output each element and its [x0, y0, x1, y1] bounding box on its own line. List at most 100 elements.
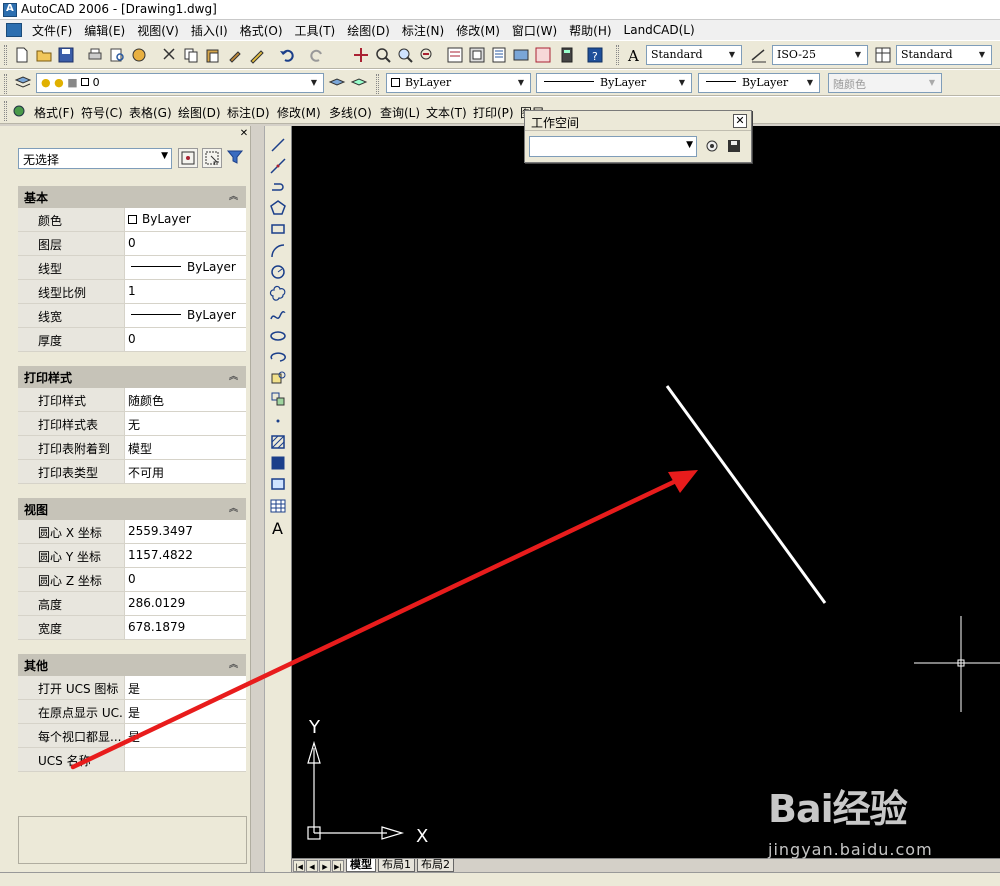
workspace-select[interactable]: ▼ — [529, 136, 697, 157]
property-value[interactable]: ByLayer — [125, 208, 246, 231]
insert-block-icon[interactable] — [269, 369, 287, 387]
tool-palettes-icon[interactable] — [490, 46, 508, 64]
construction-line-icon[interactable] — [269, 157, 287, 175]
property-value[interactable]: 是 — [125, 724, 246, 747]
toolbar-menu-query[interactable]: 查询(L) — [380, 104, 420, 121]
sheet-set-icon[interactable] — [512, 46, 530, 64]
property-value[interactable]: 678.1879 — [125, 616, 246, 639]
property-value[interactable]: 是 — [125, 676, 246, 699]
toolbar-menu-multiline[interactable]: 多线(O) — [329, 104, 372, 121]
property-row[interactable]: 圆心 Z 坐标 0 — [18, 568, 246, 592]
property-row[interactable]: 打印表附着到 模型 — [18, 436, 246, 460]
property-row[interactable]: 圆心 X 坐标 2559.3497 — [18, 520, 246, 544]
linetype-control-select[interactable]: ByLayer ▼ — [536, 73, 692, 93]
toolbar-grip[interactable] — [616, 45, 619, 65]
menu-file[interactable]: 文件(F) — [26, 22, 78, 39]
menu-dimension[interactable]: 标注(N) — [396, 22, 450, 39]
section-header[interactable]: 基本 ︽ — [18, 186, 246, 208]
redo-icon[interactable] — [308, 46, 326, 64]
markup-icon[interactable] — [534, 46, 552, 64]
property-row[interactable]: 颜色 ByLayer — [18, 208, 246, 232]
property-value[interactable]: ByLayer — [125, 256, 246, 279]
plotstyle-control-select[interactable]: 随颜色 ▼ — [828, 73, 942, 93]
menu-edit[interactable]: 编辑(E) — [78, 22, 131, 39]
workspace-settings-icon[interactable] — [703, 137, 721, 155]
save-workspace-icon[interactable] — [725, 137, 743, 155]
property-row[interactable]: 在原点显示 UC... 是 — [18, 700, 246, 724]
section-header[interactable]: 视图 ︽ — [18, 498, 246, 520]
menu-window[interactable]: 窗口(W) — [506, 22, 563, 39]
spline-icon[interactable] — [269, 306, 287, 324]
property-value[interactable] — [125, 748, 246, 771]
make-layer-current-icon[interactable] — [328, 74, 346, 92]
toolbar-menu-plot[interactable]: 打印(P) — [473, 104, 514, 121]
toolbar-menu-table[interactable]: 表格(G) — [129, 104, 172, 121]
previous-tab-icon[interactable]: ◀ — [306, 859, 318, 872]
rectangle-icon[interactable] — [269, 220, 287, 238]
pan-realtime-icon[interactable] — [352, 46, 370, 64]
print-preview-icon[interactable] — [108, 46, 126, 64]
property-row[interactable]: 线型 ByLayer — [18, 256, 246, 280]
property-row[interactable]: 线型比例 1 — [18, 280, 246, 304]
table-icon[interactable] — [269, 497, 287, 515]
property-row[interactable]: 厚度 0 — [18, 328, 246, 352]
quick-select-icon[interactable] — [226, 148, 246, 168]
menu-view[interactable]: 视图(V) — [131, 22, 185, 39]
property-value[interactable]: ByLayer — [125, 304, 246, 327]
property-value[interactable]: 0 — [125, 328, 246, 351]
toolbar-grip[interactable] — [4, 74, 7, 94]
workspace-toolbar[interactable]: 工作空间 ✕ ▼ — [524, 110, 752, 163]
line-icon[interactable] — [269, 136, 287, 154]
multiline-text-icon[interactable]: A — [269, 518, 287, 538]
menu-help[interactable]: 帮助(H) — [563, 22, 617, 39]
zoom-realtime-icon[interactable] — [374, 46, 392, 64]
dim-style-select[interactable]: ISO-25 ▼ — [772, 45, 868, 65]
menu-landcad[interactable]: LandCAD(L) — [618, 23, 701, 37]
text-style-select[interactable]: Standard ▼ — [646, 45, 742, 65]
text-style-icon[interactable]: A — [626, 46, 644, 65]
toolbar-menu-draw[interactable]: 绘图(D) — [178, 104, 221, 121]
collapse-chevron-icon[interactable]: ︽ — [229, 501, 238, 514]
polyline-icon[interactable] — [269, 178, 287, 196]
copy-icon[interactable] — [182, 46, 200, 64]
zoom-window-icon[interactable] — [396, 46, 414, 64]
drawn-line[interactable] — [665, 385, 827, 604]
revision-cloud-icon[interactable] — [269, 284, 287, 302]
help-icon[interactable]: ? — [586, 46, 604, 64]
next-tab-icon[interactable]: ▶ — [319, 859, 331, 872]
cut-icon[interactable] — [160, 46, 178, 64]
print-icon[interactable] — [86, 46, 104, 64]
first-tab-icon[interactable]: |◀ — [293, 859, 305, 872]
lineweight-control-select[interactable]: ByLayer ▼ — [698, 73, 820, 93]
workspace-title[interactable]: 工作空间 ✕ — [525, 111, 751, 131]
property-row[interactable]: 高度 286.0129 — [18, 592, 246, 616]
property-value[interactable]: 0 — [125, 232, 246, 255]
hatch-icon[interactable] — [269, 433, 287, 451]
property-row[interactable]: 宽度 678.1879 — [18, 616, 246, 640]
zoom-previous-icon[interactable] — [418, 46, 436, 64]
property-value[interactable]: 模型 — [125, 436, 246, 459]
menu-format[interactable]: 格式(O) — [234, 22, 289, 39]
palette-titlebar-strip[interactable] — [250, 126, 264, 878]
collapse-chevron-icon[interactable]: ︽ — [229, 369, 238, 382]
property-row[interactable]: 打开 UCS 图标是 — [18, 676, 246, 700]
close-icon[interactable]: ✕ — [733, 114, 747, 128]
close-icon[interactable]: ✕ — [238, 129, 250, 140]
property-value[interactable]: 随颜色 — [125, 388, 246, 411]
property-row[interactable]: 图层 0 — [18, 232, 246, 256]
tab-model[interactable]: 模型 — [346, 859, 376, 872]
dim-style-icon[interactable] — [750, 46, 768, 64]
property-row[interactable]: UCS 名称 — [18, 748, 246, 772]
table-style-icon[interactable] — [874, 46, 892, 64]
menu-tools[interactable]: 工具(T) — [289, 22, 342, 39]
menu-insert[interactable]: 插入(I) — [185, 22, 234, 39]
open-icon[interactable] — [35, 46, 53, 64]
paste-icon[interactable] — [204, 46, 222, 64]
property-value[interactable]: 0 — [125, 568, 246, 591]
publish-icon[interactable] — [130, 46, 148, 64]
property-value[interactable]: 2559.3497 — [125, 520, 246, 543]
tab-layout1[interactable]: 布局1 — [378, 859, 415, 872]
property-value[interactable]: 1157.4822 — [125, 544, 246, 567]
new-icon[interactable] — [13, 46, 31, 64]
property-value[interactable]: 无 — [125, 412, 246, 435]
